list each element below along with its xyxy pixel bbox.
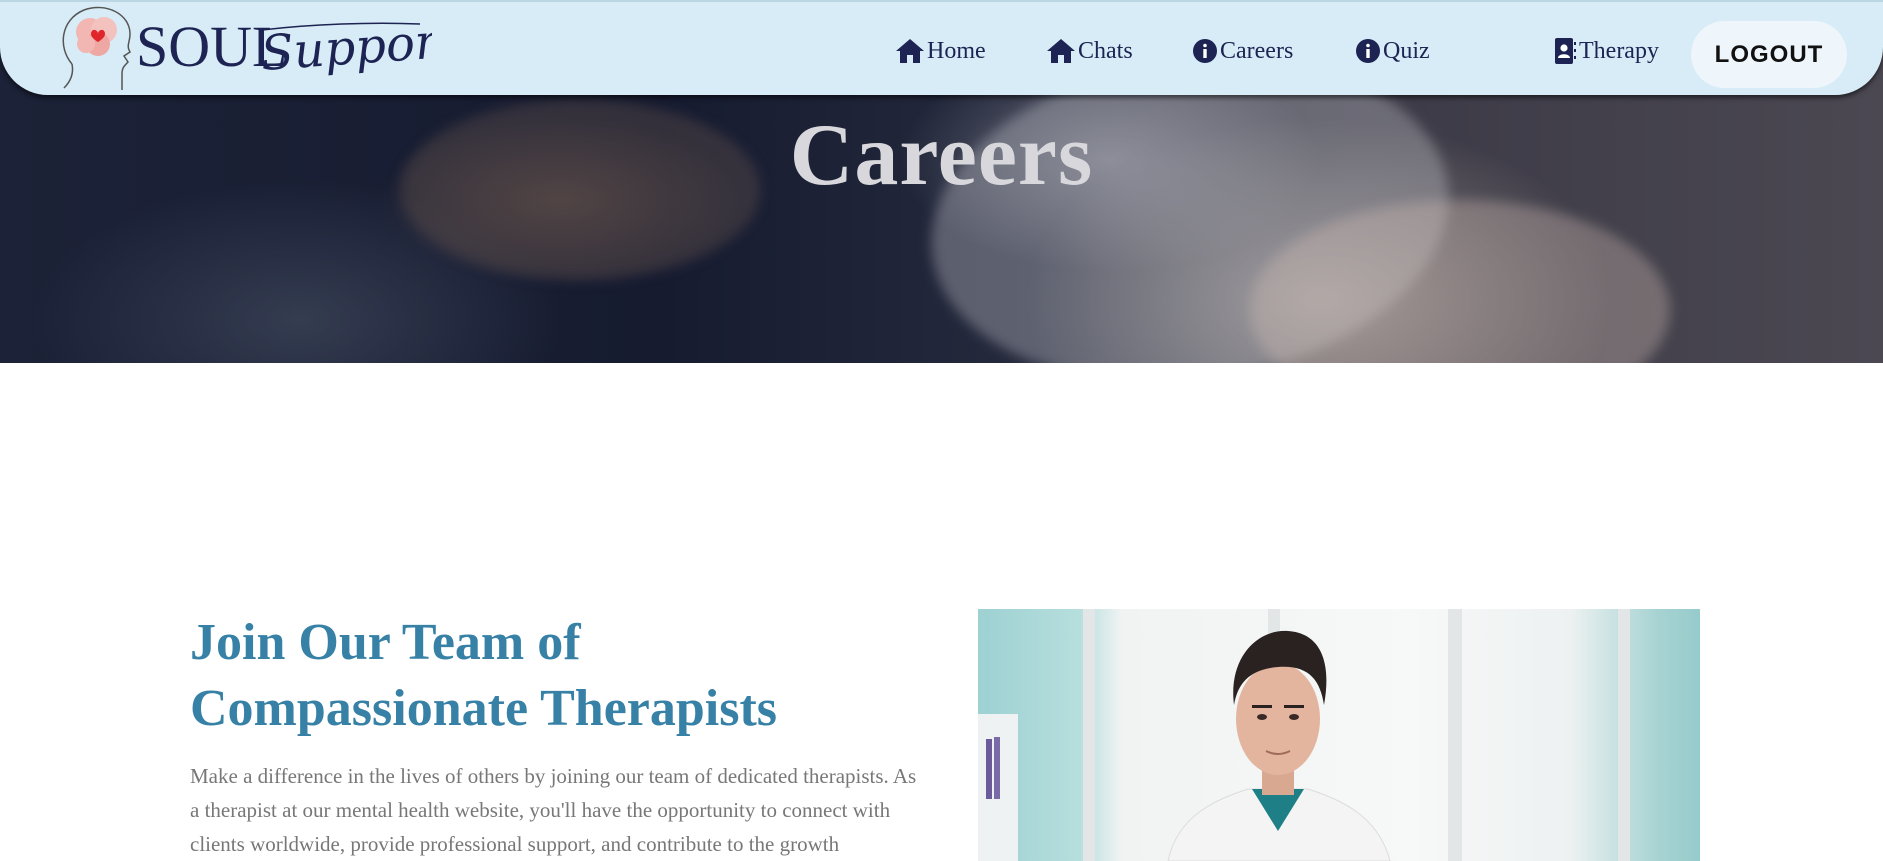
nav-link-home[interactable]: Home	[895, 34, 986, 68]
therapist-figure	[1167, 630, 1391, 861]
nav-link-label: Careers	[1220, 37, 1294, 64]
top-navbar: SOUL Support Home Chats Careers Quiz The…	[0, 0, 1883, 95]
nav-link-quiz[interactable]: Quiz	[1355, 34, 1430, 68]
nav-link-label: Home	[927, 37, 986, 64]
nav-link-chats[interactable]: Chats	[1046, 34, 1133, 68]
logout-button[interactable]: LOGOUT	[1691, 21, 1847, 88]
soul-support-logo[interactable]: SOUL Support	[52, 4, 459, 92]
nav-link-label: Chats	[1078, 37, 1133, 64]
page-title: Careers	[789, 107, 1094, 204]
info-circle-icon	[1356, 39, 1380, 63]
brain-head-logo-icon: SOUL Support	[62, 6, 459, 90]
home-icon	[896, 39, 924, 63]
home-icon	[1047, 39, 1075, 63]
contact-book-icon	[1555, 38, 1576, 64]
info-circle-icon	[1193, 39, 1217, 63]
nav-link-label: Quiz	[1383, 37, 1430, 64]
careers-heading: Join Our Team of Compassionate Therapist…	[190, 614, 778, 737]
nav-link-therapy[interactable]: Therapy	[1553, 34, 1659, 68]
nav-link-label: Therapy	[1579, 37, 1659, 64]
therapist-photo	[978, 609, 1700, 861]
nav-link-careers[interactable]: Careers	[1192, 34, 1293, 68]
careers-description: Make a difference in the lives of others…	[190, 764, 917, 856]
